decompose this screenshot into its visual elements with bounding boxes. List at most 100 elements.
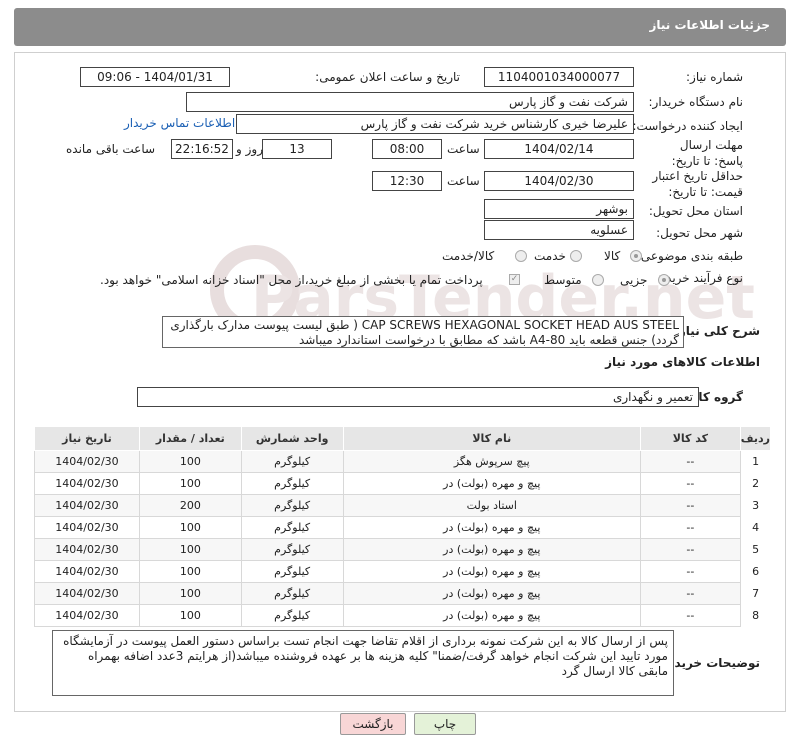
cell-unit: کیلوگرم xyxy=(240,538,344,561)
category-radio-both[interactable] xyxy=(515,250,527,262)
cell-item-code: -- xyxy=(639,450,741,473)
cell-quantity: 100 xyxy=(138,604,242,627)
table-row: 6 -- پیچ و مهره (بولت) در کیلوگرم 100 1404/02… xyxy=(34,560,771,583)
cell-item-code: -- xyxy=(639,516,741,539)
cell-item-name: پیچ و مهره (بولت) در xyxy=(342,538,641,561)
cell-unit: کیلوگرم xyxy=(240,582,344,605)
category-radio-service[interactable] xyxy=(570,250,582,262)
price-deadline-label: حداقل تاریخ اعتبار قیمت: تا تاریخ: xyxy=(652,169,743,199)
goods-table-header: ردیف کد کالا نام کالا واحد شمارش تعداد /… xyxy=(34,426,772,451)
buyer-notes-field[interactable]: پس از ارسال کالا به این شرکت نمونه بردار… xyxy=(52,630,674,696)
cell-quantity: 100 xyxy=(138,450,242,473)
category-label: طبقه بندی موضوعی: xyxy=(636,249,743,263)
cell-need-date: 1404/02/30 xyxy=(34,582,140,605)
cell-row-number: 8 xyxy=(740,604,771,627)
col-date: تاریخ نیاز xyxy=(34,426,140,451)
cell-item-name: پیچ و مهره (بولت) در xyxy=(342,604,641,627)
col-row: ردیف xyxy=(739,426,772,451)
cell-quantity: 100 xyxy=(138,472,242,495)
cell-need-date: 1404/02/30 xyxy=(34,538,140,561)
need-description-field[interactable]: CAP SCREWS HEXAGONAL SOCKET HEAD AUS STE… xyxy=(162,316,684,348)
cell-need-date: 1404/02/30 xyxy=(34,472,140,495)
goods-info-title: اطلاعات کالاهای مورد نیاز xyxy=(605,355,760,369)
cell-need-date: 1404/02/30 xyxy=(34,560,140,583)
table-row: 7 -- پیچ و مهره (بولت) در کیلوگرم 100 1404/02… xyxy=(34,582,771,605)
cell-item-name: استاد بولت xyxy=(342,494,641,517)
treasury-payment-checkbox[interactable]: ✓ xyxy=(509,274,520,285)
remaining-time-field[interactable]: 22:16:52 xyxy=(171,139,233,159)
cell-row-number: 3 xyxy=(740,494,771,517)
cell-item-code: -- xyxy=(639,604,741,627)
cell-row-number: 7 xyxy=(740,582,771,605)
table-row: 1 -- پیچ سرپوش هگز کیلوگرم 100 1404/02/30 xyxy=(34,450,771,473)
table-row: 5 -- پیچ و مهره (بولت) در کیلوگرم 100 1404/02… xyxy=(34,538,771,561)
reply-deadline-label: مهلت ارسال پاسخ: تا تاریخ: xyxy=(671,138,743,168)
table-row: 3 -- استاد بولت کیلوگرم 200 1404/02/30 xyxy=(34,494,771,517)
category-radio-goods[interactable] xyxy=(630,250,642,262)
cell-row-number: 1 xyxy=(740,450,771,473)
creator-field[interactable]: علیرضا خیری کارشناس خرید شرکت نفت و گاز … xyxy=(236,114,634,134)
process-label: نوع فرآیند خرید : xyxy=(658,271,743,285)
buyer-org-field[interactable]: شرکت نفت و گاز پارس xyxy=(186,92,634,112)
need-number-field[interactable]: 1104001034000077 xyxy=(484,67,634,87)
col-code: کد کالا xyxy=(639,426,741,451)
goods-group-field[interactable]: تعمیر و نگهداری xyxy=(137,387,699,407)
page-header: جزئیات اطلاعات نیاز xyxy=(14,8,786,46)
process-radio-minor[interactable] xyxy=(658,274,670,286)
price-time-label: ساعت xyxy=(447,174,480,188)
cell-unit: کیلوگرم xyxy=(240,604,344,627)
province-label: استان محل تحویل: xyxy=(648,204,743,218)
cell-item-name: پیچ و مهره (بولت) در xyxy=(342,582,641,605)
announce-field[interactable]: 1404/01/31 - 09:06 xyxy=(80,67,230,87)
cell-unit: کیلوگرم xyxy=(240,450,344,473)
cell-item-code: -- xyxy=(639,538,741,561)
cell-item-code: -- xyxy=(639,472,741,495)
cell-item-code: -- xyxy=(639,494,741,517)
province-field[interactable]: بوشهر xyxy=(484,199,634,219)
page-title: جزئیات اطلاعات نیاز xyxy=(649,18,770,32)
col-qty: تعداد / مقدار xyxy=(138,426,242,451)
cell-need-date: 1404/02/30 xyxy=(34,516,140,539)
cell-item-code: -- xyxy=(639,582,741,605)
contact-buyer-link[interactable]: اطلاعات تماس خریدار xyxy=(124,116,235,130)
city-field[interactable]: عسلویه xyxy=(484,220,634,240)
category-option-goods: کالا xyxy=(604,249,621,263)
table-row: 2 -- پیچ و مهره (بولت) در کیلوگرم 100 1404/02… xyxy=(34,472,771,495)
price-date-field[interactable]: 1404/02/30 xyxy=(484,171,634,191)
print-button[interactable]: چاپ xyxy=(414,713,476,735)
creator-label: ایجاد کننده درخواست: xyxy=(632,119,743,133)
cell-quantity: 100 xyxy=(138,560,242,583)
cell-item-name: پیچ سرپوش هگز xyxy=(342,450,641,473)
need-number-label: شماره نیاز: xyxy=(686,70,743,84)
cell-need-date: 1404/02/30 xyxy=(34,604,140,627)
cell-quantity: 100 xyxy=(138,516,242,539)
reply-time-label: ساعت xyxy=(447,142,480,156)
back-button[interactable]: بازگشت xyxy=(340,713,406,735)
cell-item-code: -- xyxy=(639,560,741,583)
category-option-both: کالا/خدمت xyxy=(442,249,495,263)
reply-date-field[interactable]: 1404/02/14 xyxy=(484,139,634,159)
cell-item-name: پیچ و مهره (بولت) در xyxy=(342,472,641,495)
col-unit: واحد شمارش xyxy=(240,426,344,451)
price-time-field[interactable]: 12:30 xyxy=(372,171,442,191)
cell-unit: کیلوگرم xyxy=(240,516,344,539)
table-row: 8 -- پیچ و مهره (بولت) در کیلوگرم 100 1404/02… xyxy=(34,604,771,627)
table-row: 4 -- پیچ و مهره (بولت) در کیلوگرم 100 1404/02… xyxy=(34,516,771,539)
cell-quantity: 100 xyxy=(138,582,242,605)
city-label: شهر محل تحویل: xyxy=(656,226,743,240)
col-name: نام کالا xyxy=(342,426,641,451)
days-field[interactable]: 13 xyxy=(262,139,332,159)
process-radio-medium[interactable] xyxy=(592,274,604,286)
process-option-medium: متوسط xyxy=(544,273,582,287)
treasury-payment-note: پرداخت تمام یا بخشی از مبلغ خرید،از محل … xyxy=(100,273,483,287)
announce-label: تاریخ و ساعت اعلان عمومی: xyxy=(315,70,460,84)
cell-quantity: 200 xyxy=(138,494,242,517)
category-option-service: خدمت xyxy=(534,249,566,263)
cell-item-name: پیچ و مهره (بولت) در xyxy=(342,560,641,583)
process-option-minor: جزیی xyxy=(620,273,648,287)
goods-table: ردیف کد کالا نام کالا واحد شمارش تعداد /… xyxy=(34,426,772,627)
buyer-org-label: نام دستگاه خریدار: xyxy=(648,95,744,109)
reply-time-field[interactable]: 08:00 xyxy=(372,139,442,159)
cell-row-number: 5 xyxy=(740,538,771,561)
cell-row-number: 4 xyxy=(740,516,771,539)
